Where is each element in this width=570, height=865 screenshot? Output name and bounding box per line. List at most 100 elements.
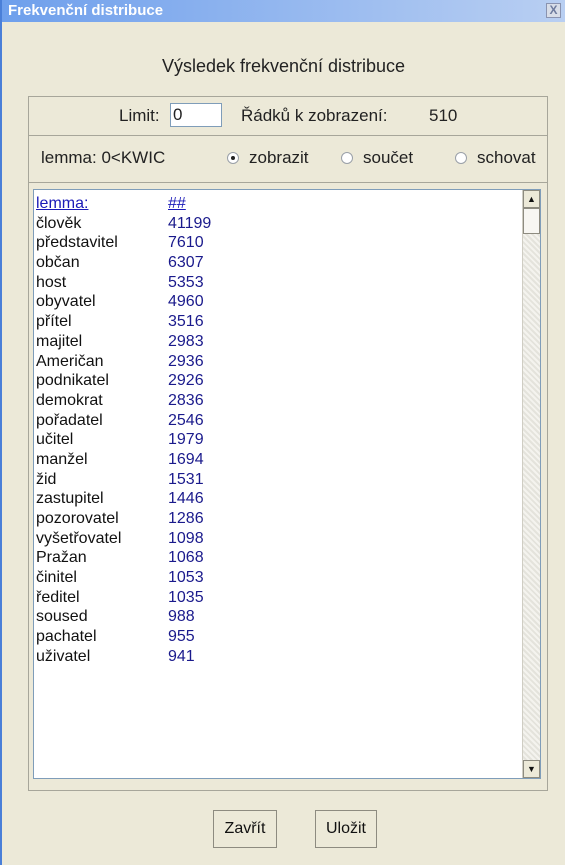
count-cell: 2926 [168, 372, 204, 390]
page-title: Výsledek frekvenční distribuce [161, 56, 406, 76]
close-icon[interactable]: X [546, 3, 561, 18]
lemma-cell: přítel [36, 313, 72, 331]
list-item[interactable]: žid 1531 [34, 470, 514, 490]
count-cell: 1053 [168, 569, 204, 587]
lemma-cell: zastupitel [36, 490, 104, 508]
list-item[interactable]: ředitel 1035 [34, 588, 514, 608]
column-header-count[interactable]: ## [168, 194, 186, 214]
lemma-cell: občan [36, 254, 80, 272]
count-cell: 1035 [168, 588, 204, 606]
list-item[interactable]: učitel 1979 [34, 430, 514, 450]
list-item[interactable]: demokrat 2836 [34, 391, 514, 411]
list-item[interactable]: vyšetřovatel 1098 [34, 529, 514, 549]
radio-unselected-icon [341, 152, 353, 164]
radio-schovat-label: schovat [477, 148, 536, 167]
close-button[interactable]: Zavřít [213, 810, 277, 848]
lemma-cell: pořadatel [36, 411, 103, 429]
lemma-cell: pozorovatel [36, 510, 119, 527]
count-cell: 1694 [168, 450, 204, 468]
lemma-cell: učitel [36, 431, 74, 449]
radio-unselected-icon [455, 152, 467, 164]
count-cell: 1068 [168, 549, 204, 567]
list-item[interactable]: představitel 7610 [34, 233, 514, 253]
lemma-cell: vyšetřovatel [36, 529, 122, 547]
count-cell: 1531 [168, 470, 204, 488]
radio-schovat[interactable]: schovat [455, 148, 536, 168]
frequency-list-rows: lemma: ## člověk 41199 představitel 7610 obč… [34, 194, 514, 667]
lemma-cell: host [36, 273, 67, 291]
limit-row: Limit: 0 Řádků k zobrazení: 510 [29, 97, 547, 136]
scroll-down-icon[interactable]: ▼ [523, 760, 540, 778]
lemma-cell: podnikatel [36, 372, 109, 390]
list-item[interactable]: uživatel 941 [34, 647, 514, 667]
count-cell: 941 [168, 647, 195, 665]
frequency-list[interactable]: lemma: ## člověk 41199 představitel 7610 obč… [33, 189, 541, 779]
list-item[interactable]: pozorovatel 1286 [34, 509, 514, 529]
limit-input[interactable]: 0 [170, 103, 222, 127]
count-cell: 7610 [168, 234, 204, 252]
list-item[interactable]: Pražan 1068 [34, 548, 514, 568]
lemma-cell: Pražan [36, 549, 87, 567]
list-item[interactable]: člověk 41199 [34, 214, 514, 234]
count-cell: 3516 [168, 313, 204, 331]
list-item[interactable]: přítel 3516 [34, 312, 514, 332]
lemma-cell: demokrat [36, 391, 103, 409]
count-cell: 1979 [168, 431, 204, 449]
list-item[interactable]: činitel 1053 [34, 568, 514, 588]
scroll-up-icon[interactable]: ▲ [523, 190, 540, 208]
scroll-thumb[interactable] [523, 208, 540, 234]
lemma-cell: Američan [36, 352, 104, 370]
list-item[interactable]: podnikatel 2926 [34, 371, 514, 391]
list-item[interactable]: Američan 2936 [34, 352, 514, 372]
list-item[interactable]: pachatel 955 [34, 627, 514, 647]
count-cell: 6307 [168, 254, 204, 272]
count-cell: 2836 [168, 391, 204, 409]
count-cell: 988 [168, 608, 195, 626]
radio-zobrazit[interactable]: zobrazit [227, 148, 309, 168]
title-bar: Frekvenční distribuce X [2, 0, 565, 22]
limit-label: Limit: [119, 106, 160, 125]
lemma-cell: představitel [36, 234, 118, 252]
lemma-cell: pachatel [36, 628, 97, 646]
vertical-scrollbar[interactable]: ▲ ▼ [522, 190, 540, 778]
save-button[interactable]: Uložit [315, 810, 377, 848]
window-title: Frekvenční distribuce [8, 2, 164, 19]
frequency-distribution-window: Frekvenční distribuce X Výsledek frekven… [0, 0, 565, 865]
list-item[interactable]: majitel 2983 [34, 332, 514, 352]
count-cell: 1098 [168, 529, 204, 547]
list-item[interactable]: občan 6307 [34, 253, 514, 273]
lemma-cell: člověk [36, 214, 82, 232]
count-cell: 955 [168, 628, 195, 646]
list-header: lemma: ## [34, 194, 514, 214]
list-item[interactable]: host 5353 [34, 273, 514, 293]
lemma-kwic-label: lemma: 0<KWIC [41, 148, 166, 167]
column-header-lemma[interactable]: lemma: [36, 194, 88, 214]
lemma-cell: obyvatel [36, 293, 96, 311]
lemma-cell: manžel [36, 450, 88, 468]
radio-soucet[interactable]: součet [341, 148, 413, 168]
count-cell: 5353 [168, 273, 204, 291]
lemma-cell: soused [36, 608, 88, 626]
lemma-cell: žid [36, 470, 57, 488]
lemma-cell: majitel [36, 332, 83, 350]
count-cell: 2936 [168, 352, 204, 370]
lemma-cell: uživatel [36, 647, 91, 665]
list-item[interactable]: pořadatel 2546 [34, 411, 514, 431]
radio-selected-icon [227, 152, 239, 164]
list-item[interactable]: soused 988 [34, 607, 514, 627]
radio-soucet-label: součet [363, 148, 414, 167]
radio-zobrazit-label: zobrazit [249, 148, 309, 167]
count-cell: 2983 [168, 332, 204, 350]
list-item[interactable]: zastupitel 1446 [34, 489, 514, 509]
rows-to-display-label: Řádků k zobrazení: [241, 106, 388, 125]
list-item[interactable]: obyvatel 4960 [34, 292, 514, 312]
list-item[interactable]: manžel 1694 [34, 450, 514, 470]
display-options-row: lemma: 0<KWIC zobrazit součet schovat [29, 135, 547, 183]
lemma-cell: činitel [36, 569, 77, 587]
count-cell: 41199 [168, 214, 212, 232]
count-cell: 1286 [168, 510, 204, 527]
count-cell: 4960 [168, 293, 204, 311]
rows-to-display-value: 510 [429, 106, 458, 125]
count-cell: 2546 [168, 411, 204, 429]
count-cell: 1446 [168, 490, 204, 508]
